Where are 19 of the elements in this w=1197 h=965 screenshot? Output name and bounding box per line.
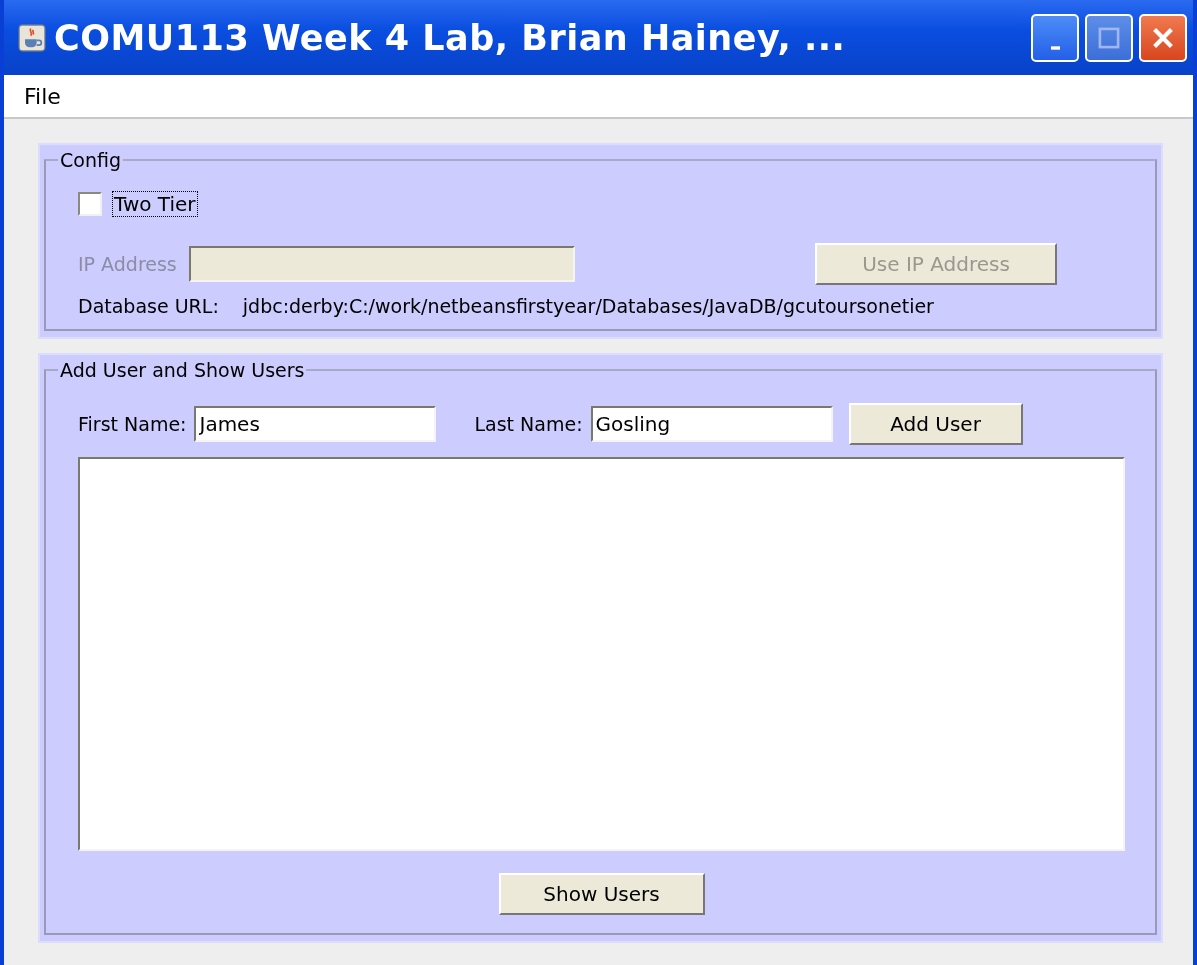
cup-icon [18,23,46,52]
minimize-button[interactable] [1031,13,1079,62]
menu-item[interactable]: File [4,83,67,109]
last-name-field[interactable]: Gosling [590,406,833,442]
checkbox[interactable] [78,192,102,216]
add-user-button[interactable]: Add User [848,403,1023,445]
group-title: Config [59,149,122,171]
window-title: COMU113 Week 4 Lab, Brian Hainey, ... [54,17,847,58]
show-users-button[interactable]: Show Users [498,873,705,915]
field-label: Database URL: [78,295,219,317]
field-label: First Name: [78,413,187,435]
close-button[interactable] [1139,13,1187,62]
database-url: jdbc:derby:C:/work/netbeansfirstyear/Databases/JavaDB/gcutoursonetier [242,295,934,317]
group-title: Add User and Show Users [59,359,306,381]
maximize-button[interactable] [1085,13,1133,62]
field-label: IP Address [78,253,177,275]
minimize-icon [1050,45,1060,50]
checkbox-label[interactable]: Two Tier [112,191,198,217]
field-label: Last Name: [474,413,583,435]
